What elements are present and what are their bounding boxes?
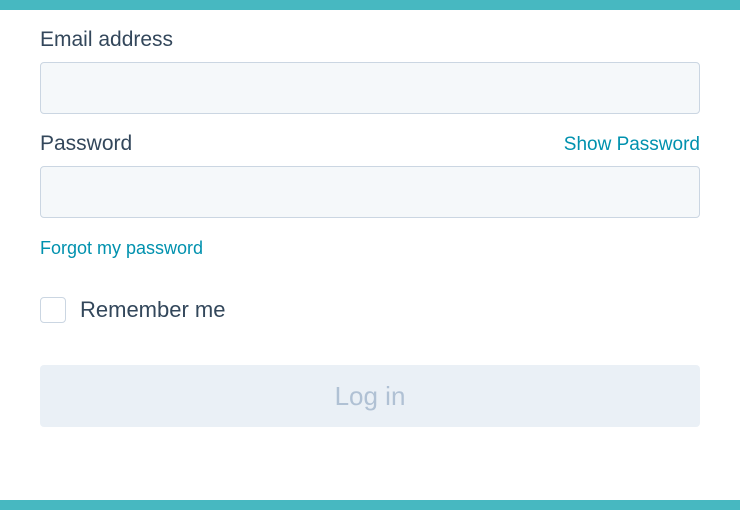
login-button[interactable]: Log in (40, 365, 700, 427)
email-input[interactable] (40, 62, 700, 114)
email-label: Email address (40, 28, 173, 52)
login-form: Email address Password Show Password For… (0, 0, 740, 510)
remember-me-row: Remember me (40, 297, 700, 323)
forgot-password-link[interactable]: Forgot my password (40, 238, 203, 259)
password-label-row: Password Show Password (40, 132, 700, 156)
password-field-group: Password Show Password (40, 132, 700, 218)
show-password-toggle[interactable]: Show Password (564, 134, 700, 156)
password-label: Password (40, 132, 132, 156)
email-label-row: Email address (40, 28, 700, 52)
password-input[interactable] (40, 166, 700, 218)
remember-me-checkbox[interactable] (40, 297, 66, 323)
email-field-group: Email address (40, 28, 700, 114)
remember-me-label: Remember me (80, 297, 225, 323)
